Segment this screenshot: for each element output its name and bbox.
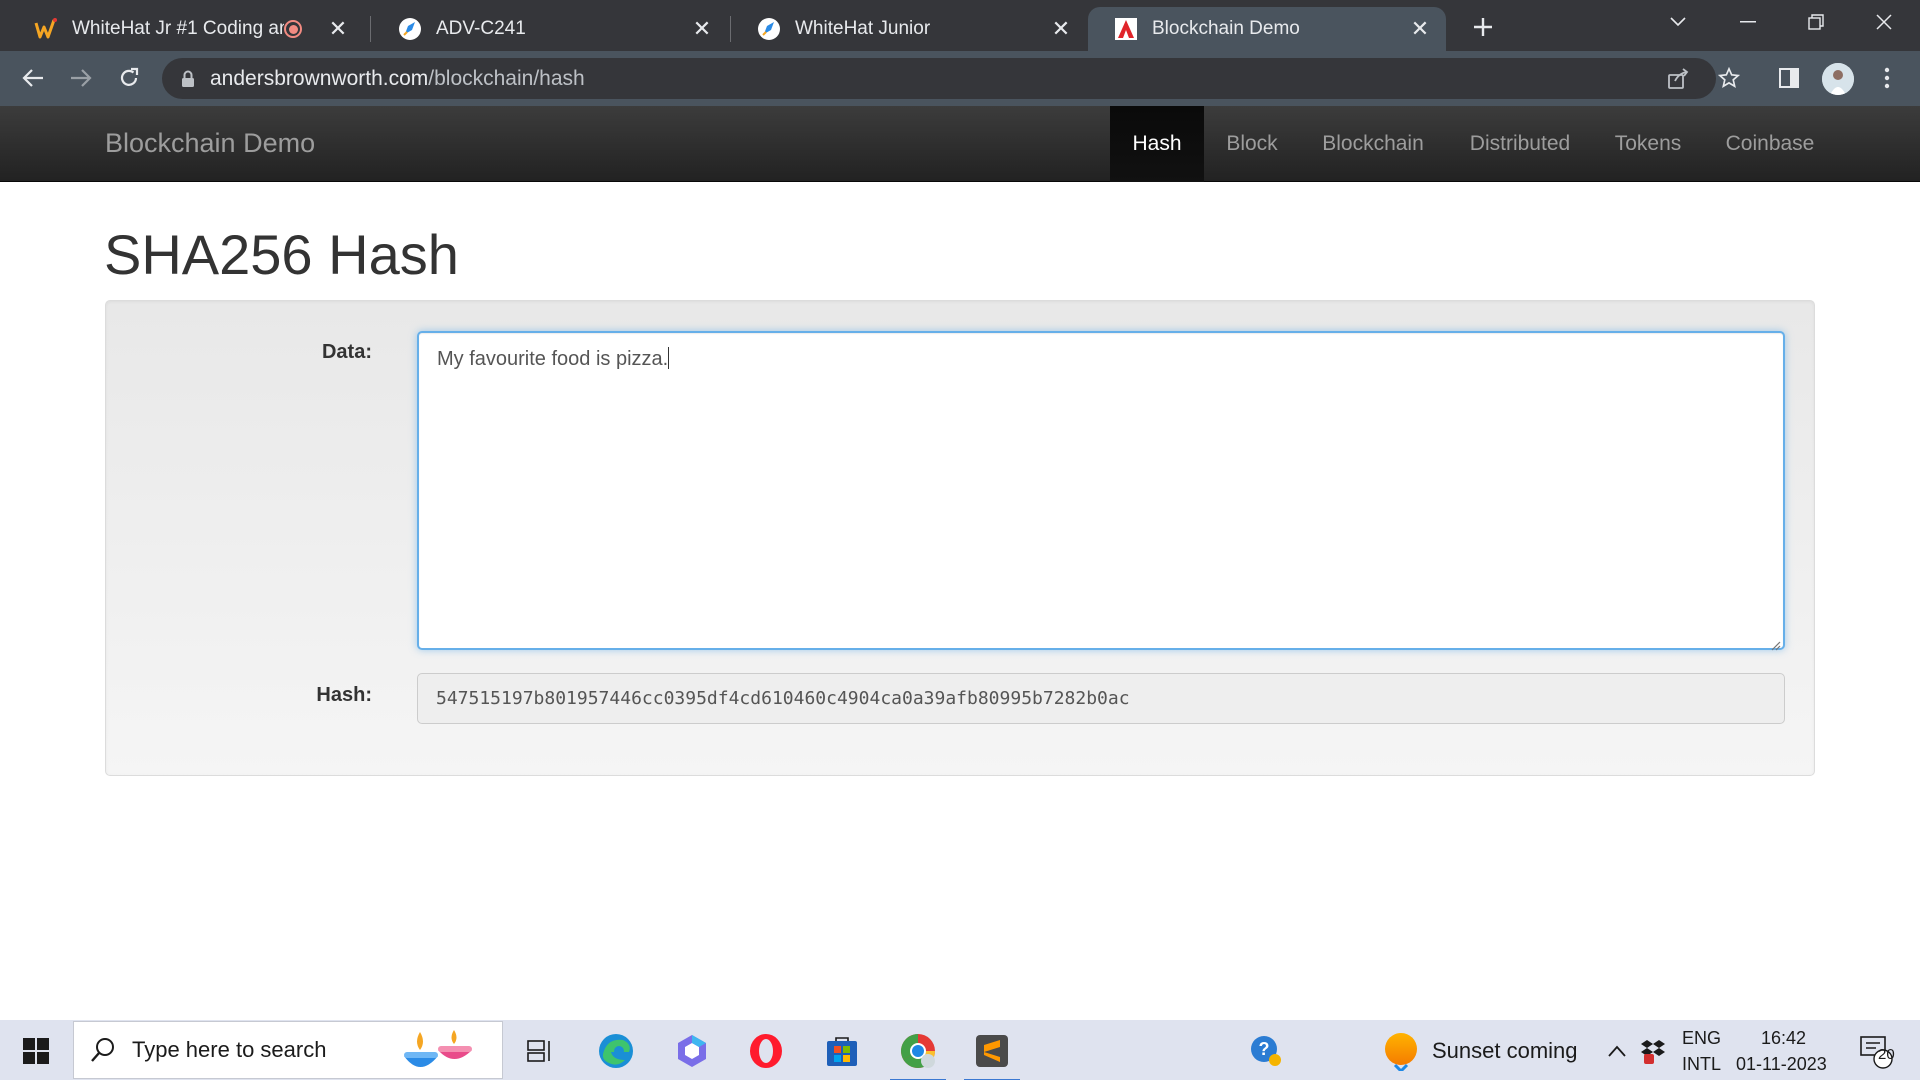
close-tab-icon[interactable]: ✕ bbox=[1408, 16, 1432, 41]
tab-title: Blockchain Demo bbox=[1152, 18, 1300, 39]
nav-distributed[interactable]: Distributed bbox=[1446, 106, 1594, 182]
reload-button[interactable] bbox=[110, 59, 148, 97]
tab-title: ADV-C241 bbox=[436, 18, 526, 39]
browser-toolbar: andersbrownworth.com/blockchain/hash bbox=[0, 51, 1920, 106]
forward-button[interactable] bbox=[62, 59, 100, 97]
whitehat-rocket-icon bbox=[398, 17, 422, 41]
site-brand[interactable]: Blockchain Demo bbox=[105, 128, 315, 159]
data-textarea-value: My favourite food is pizza. bbox=[437, 348, 669, 370]
hash-output-field[interactable]: 547515197b801957446cc0395df4cd610460c490… bbox=[417, 673, 1785, 724]
nav-block[interactable]: Block bbox=[1204, 106, 1300, 182]
clock-date[interactable]: 01-11-2023 bbox=[1736, 1054, 1827, 1075]
whitehat-w-icon bbox=[34, 17, 58, 41]
tab-whitehat-jr[interactable]: WhiteHat Jr #1 Coding and ✕ bbox=[8, 7, 364, 51]
side-panel-icon[interactable] bbox=[1770, 59, 1808, 97]
tab-title: WhiteHat Jr #1 Coding and bbox=[72, 18, 284, 39]
taskbar-search-box[interactable]: Type here to search bbox=[73, 1021, 503, 1079]
help-icon[interactable]: ? bbox=[1238, 1028, 1294, 1074]
weather-sun-icon[interactable] bbox=[1376, 1028, 1426, 1074]
notification-center-icon[interactable]: 20 bbox=[1850, 1028, 1900, 1074]
task-view-icon[interactable] bbox=[512, 1028, 568, 1074]
tab-blockchain-demo[interactable]: Blockchain Demo ✕ bbox=[1088, 7, 1446, 51]
nav-blockchain[interactable]: Blockchain bbox=[1300, 106, 1446, 182]
share-icon[interactable] bbox=[1662, 63, 1694, 95]
resize-grip-icon[interactable] bbox=[1769, 634, 1781, 651]
blockchain-demo-icon bbox=[1114, 17, 1138, 41]
opera-icon[interactable] bbox=[738, 1028, 794, 1074]
close-tab-icon[interactable]: ✕ bbox=[690, 16, 714, 41]
diwali-lamps-icon bbox=[404, 1030, 472, 1067]
notification-count-badge: 20 bbox=[1878, 1046, 1895, 1063]
address-bar[interactable]: andersbrownworth.com/blockchain/hash bbox=[162, 58, 1716, 99]
hash-value: 547515197b801957446cc0395df4cd610460c490… bbox=[436, 688, 1130, 709]
nav-tokens[interactable]: Tokens bbox=[1594, 106, 1702, 182]
tab-adv-c241[interactable]: ADV-C241 ✕ bbox=[372, 7, 728, 51]
whitehat-rocket-icon bbox=[757, 17, 781, 41]
tab-search-icon[interactable] bbox=[1650, 0, 1706, 44]
dropbox-icon[interactable] bbox=[1636, 1028, 1670, 1074]
close-tab-icon[interactable]: ✕ bbox=[1049, 16, 1073, 41]
nav-hash[interactable]: Hash bbox=[1110, 106, 1204, 182]
language-code[interactable]: ENG bbox=[1682, 1028, 1721, 1049]
sublime-text-icon[interactable] bbox=[964, 1028, 1020, 1080]
recording-indicator-icon bbox=[284, 20, 302, 38]
weather-text[interactable]: Sunset coming bbox=[1432, 1038, 1578, 1064]
data-textarea[interactable]: My favourite food is pizza. bbox=[417, 331, 1785, 651]
svg-text:?: ? bbox=[1259, 1039, 1270, 1059]
tab-separator bbox=[370, 16, 371, 42]
copilot-icon[interactable] bbox=[664, 1028, 720, 1074]
url-text[interactable]: andersbrownworth.com/blockchain/hash bbox=[210, 67, 585, 91]
site-navbar: Blockchain Demo Hash Block Blockchain Di… bbox=[0, 106, 1920, 182]
close-tab-icon[interactable]: ✕ bbox=[326, 16, 350, 41]
bookmark-star-icon[interactable] bbox=[1710, 59, 1748, 97]
tab-title: WhiteHat Junior bbox=[795, 18, 931, 39]
windows-start-icon[interactable] bbox=[14, 1034, 58, 1068]
clock-time[interactable]: 16:42 bbox=[1761, 1028, 1806, 1049]
page-title: SHA256 Hash bbox=[104, 223, 459, 286]
lock-icon[interactable] bbox=[180, 69, 196, 89]
edge-icon[interactable] bbox=[588, 1028, 644, 1074]
close-window-button[interactable] bbox=[1856, 0, 1912, 44]
minimize-window-button[interactable] bbox=[1720, 0, 1776, 44]
show-hidden-icons-chevron-icon[interactable] bbox=[1602, 1028, 1632, 1074]
keyboard-layout[interactable]: INTL bbox=[1682, 1054, 1721, 1075]
tab-whitehat-junior[interactable]: WhiteHat Junior ✕ bbox=[731, 7, 1087, 51]
nav-coinbase[interactable]: Coinbase bbox=[1702, 106, 1838, 182]
windows-taskbar: Type here to search ? Sunset coming ENG … bbox=[0, 1020, 1920, 1080]
data-label: Data: bbox=[321, 341, 372, 363]
url-host: andersbrownworth.com bbox=[210, 66, 429, 90]
microsoft-store-icon[interactable] bbox=[814, 1028, 870, 1074]
back-button[interactable] bbox=[14, 59, 52, 97]
restore-window-button[interactable] bbox=[1788, 0, 1844, 44]
profile-avatar[interactable] bbox=[1822, 63, 1854, 95]
new-tab-button[interactable] bbox=[1466, 10, 1500, 44]
text-cursor bbox=[668, 347, 670, 369]
hash-label: Hash: bbox=[316, 684, 372, 706]
browser-tab-strip: WhiteHat Jr #1 Coding and ✕ ADV-C241 ✕ W… bbox=[0, 0, 1920, 51]
search-icon bbox=[91, 1038, 114, 1062]
url-path: /blockchain/hash bbox=[428, 66, 585, 90]
search-placeholder: Type here to search bbox=[132, 1037, 327, 1062]
chrome-icon[interactable] bbox=[890, 1028, 946, 1080]
chrome-menu-icon[interactable] bbox=[1868, 59, 1906, 97]
